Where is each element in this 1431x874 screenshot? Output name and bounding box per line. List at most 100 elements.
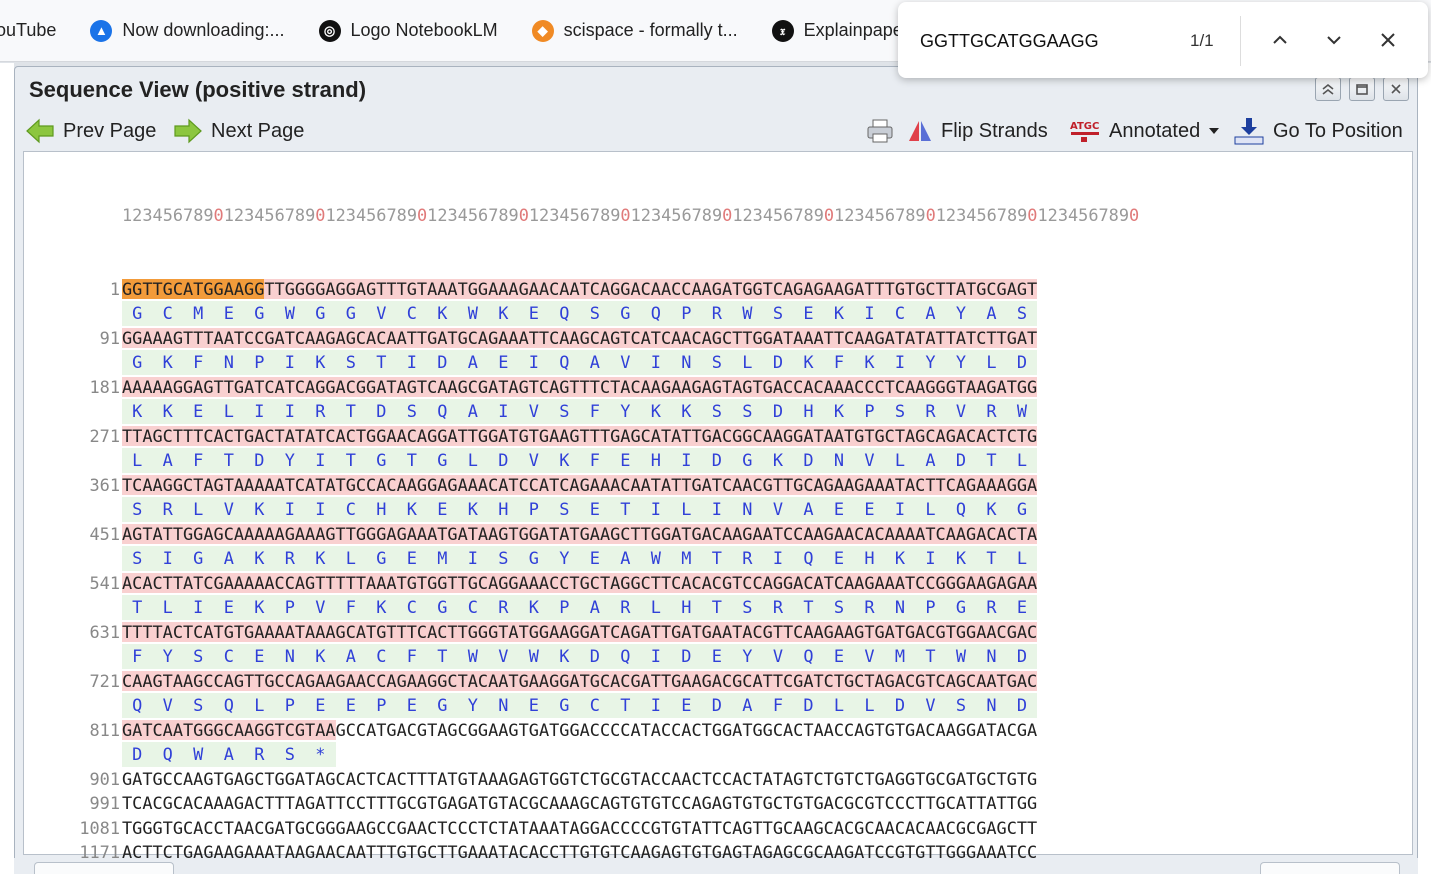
ruler-gutter: [34, 203, 122, 228]
nucleotide-line: TTAGCTTTCACTGACTATATCACTGGAACAGGATTGGATG…: [122, 425, 1038, 446]
find-previous-button[interactable]: [1264, 24, 1296, 56]
row-gutter: [34, 350, 122, 375]
arrow-left-icon: [26, 118, 54, 144]
find-input[interactable]: [920, 26, 1170, 56]
row-position: 1081: [79, 817, 120, 838]
bookmark-item[interactable]: ◆ scispace - formally t...: [531, 19, 738, 42]
find-next-button[interactable]: [1318, 24, 1350, 56]
arrow-right-icon: [174, 118, 202, 144]
amino-acid-row: S R L V K I I C H K E K H P S E T I L I …: [34, 497, 1139, 522]
position-ruler: 1234567890123456789012345678901234567890…: [122, 205, 1140, 225]
atgc-icon: ATGC: [1070, 121, 1099, 142]
sequence-row: 271 TTAGCTTTCACTGACTATATCACTGGAACAGGATTGG…: [34, 424, 1139, 449]
flip-icon: [909, 121, 931, 141]
help-button[interactable]: [34, 862, 174, 874]
annotated-label: Annotated: [1109, 119, 1201, 142]
sequence-row: 631 TTTTACTCATGTGAAAATAAAGCATGTTTCACTTGGG…: [34, 620, 1139, 645]
caret-down-icon: [1209, 128, 1220, 134]
download-icon: ▲: [90, 19, 113, 42]
collapse-button[interactable]: [1315, 77, 1341, 101]
row-gutter: [34, 595, 122, 620]
dialog-close-button[interactable]: [1383, 77, 1409, 101]
nucleotide-line: GGTTGCATGGAAGGTTGGGGAGGAGTTTGTAAATGGAAAG…: [122, 278, 1038, 299]
sequence-row: 181 AAAAAGGAGTTGATCATCAGGACGGATAGTCAAGCGA…: [34, 375, 1139, 400]
nucleotide-line: TCACGCACAAAGACTTTAGATTCCTTTGCGTGAGATGTAC…: [122, 793, 1038, 813]
row-position: 361: [89, 474, 120, 495]
row-position: 181: [89, 376, 120, 397]
nucleotide-line: AAAAAGGAGTTGATCATCAGGACGGATAGTCAAGCGATAG…: [122, 376, 1038, 397]
go-to-position-button[interactable]: Go To Position: [1233, 115, 1403, 147]
row-gutter: [34, 742, 122, 767]
sequence-row: 901 GATGCCAAGTGAGCTGGATAGCACTCACTTTATGTAA…: [34, 767, 1139, 792]
find-match-count: 1/1: [1190, 31, 1214, 50]
row-gutter: [34, 644, 122, 669]
bookmark-item[interactable]: 𝔵 Explainpaper: [771, 19, 909, 42]
print-button[interactable]: [865, 115, 895, 147]
row-position: 451: [89, 523, 120, 544]
flip-strands-label: Flip Strands: [941, 119, 1048, 142]
double-chevron-up-icon: [1322, 83, 1334, 95]
amino-acid-row: Q V S Q L P E E P E G Y N E G C T I E D …: [34, 693, 1139, 718]
amino-acid-row: K K E L I I R T D S Q A I V S F Y K K S …: [34, 399, 1139, 424]
amino-acid-row: D Q W A R S *: [34, 742, 1139, 767]
prev-page-button[interactable]: Prev Page: [25, 115, 156, 147]
amino-acid-line: S R L V K I I C H K E K H P S E T I L I …: [122, 497, 1038, 522]
row-gutter: [34, 399, 122, 424]
bookmark-item[interactable]: ▲ Now downloading:...: [90, 19, 285, 42]
row-position: 271: [89, 425, 120, 446]
dialog-bottom-strip: [14, 858, 1418, 874]
next-page-button[interactable]: Next Page: [173, 115, 304, 147]
amino-acid-row: G K F N P I K S T I D A E I Q A V I N S …: [34, 350, 1139, 375]
prev-page-label: Prev Page: [63, 119, 157, 142]
next-page-label: Next Page: [211, 119, 305, 142]
sequence-row: 451 AGTATTGGAGCAAAAAGAAAGTTGGGAGAAATGATAA…: [34, 522, 1139, 547]
row-gutter: [34, 448, 122, 473]
amino-acid-line: K K E L I I R T D S Q A I V S F Y K K S …: [122, 399, 1038, 424]
maximize-button[interactable]: [1349, 77, 1375, 101]
background-page-left: [0, 63, 14, 874]
row-position: 1: [109, 278, 120, 299]
amino-acid-line: S I G A K R K L G E M I S G Y E A W M T …: [122, 546, 1038, 571]
row-position: 631: [89, 621, 120, 642]
ruler-row: 1234567890123456789012345678901234567890…: [34, 203, 1139, 228]
amino-acid-line: G C M E G W G G V C K W K E Q S G Q P R …: [122, 301, 1038, 326]
flip-strands-button[interactable]: Flip Strands: [907, 115, 1048, 147]
bookmark-label: Now downloading:...: [122, 20, 285, 40]
amino-acid-line: F Y S C E N K A C F T W V W K D Q I D E …: [122, 644, 1038, 669]
annotated-dropdown[interactable]: ATGC Annotated: [1069, 115, 1220, 147]
explainpaper-icon: 𝔵: [771, 19, 794, 42]
close-button[interactable]: [1260, 862, 1400, 874]
amino-acid-row: S I G A K R K L G E M I S G Y E A W M T …: [34, 546, 1139, 571]
svg-text:ATGC: ATGC: [1070, 121, 1099, 132]
sequence-row: 991 TCACGCACAAAGACTTTAGATTCCTTTGCGTGAGATG…: [34, 791, 1139, 816]
maximize-icon: [1356, 84, 1368, 95]
nucleotide-line: CAAGTAAGCCAGTTGCCAGAAGAACCAGAAGGCTACAATG…: [122, 670, 1038, 691]
bookmark-label: scispace - formally t...: [563, 20, 738, 40]
nucleotide-line: ACACTTATCGAAAAACCAGTTTTTAAATGTGGTTGCAGGA…: [122, 572, 1038, 593]
row-position: 901: [89, 768, 120, 789]
sequence-view-dialog: Sequence View (positive strand) Prev Pag…: [14, 66, 1418, 874]
sequence-row: 1081 TGGGTGCACCTAACGATGCGGGAAGCCGAACTCCCT…: [34, 816, 1139, 841]
go-to-position-icon: [1234, 118, 1264, 145]
amino-acid-line: Q V S Q L P E E P E G Y N E G C T I E D …: [122, 693, 1038, 718]
dialog-toolbar: Prev Page Next Page Flip Strands ATGC An…: [15, 111, 1417, 151]
nucleotide-line: TTTTACTCATGTGAAAATAAAGCATGTTTCACTTGGGTAT…: [122, 621, 1038, 642]
bookmark-item[interactable]: ◎ Logo NotebookLM: [318, 19, 498, 42]
find-close-button[interactable]: [1372, 24, 1404, 56]
go-to-position-label: Go To Position: [1273, 119, 1403, 142]
bookmark-label: Explainpaper: [803, 20, 909, 40]
bookmark-item[interactable]: ouTube: [0, 20, 56, 41]
bookmark-label: ouTube: [0, 20, 57, 40]
amino-acid-row: L A F T D Y I T G T G L D V K F E H I D …: [34, 448, 1139, 473]
sequence-panel: 1234567890123456789012345678901234567890…: [23, 151, 1413, 874]
nucleotide-line: GATGCCAAGTGAGCTGGATAGCACTCACTTTATGTAAAGA…: [122, 768, 1038, 789]
sequence-row: 721 CAAGTAAGCCAGTTGCCAGAAGAACCAGAAGGCTACA…: [34, 669, 1139, 694]
amino-acid-row: G C M E G W G G V C K W K E Q S G Q P R …: [34, 301, 1139, 326]
close-icon: [1381, 33, 1395, 47]
notebooklm-icon: ◎: [318, 19, 341, 42]
nucleotide-line: TCAAGGCTAGTAAAAATCATATGCCACAAGGAGAAACATC…: [122, 474, 1038, 495]
amino-acid-line: G K F N P I K S T I D A E I Q A V I N S …: [122, 350, 1038, 375]
scispace-icon: ◆: [531, 19, 554, 42]
find-bar: 1/1: [898, 2, 1428, 78]
chevron-up-icon: [1273, 35, 1287, 44]
